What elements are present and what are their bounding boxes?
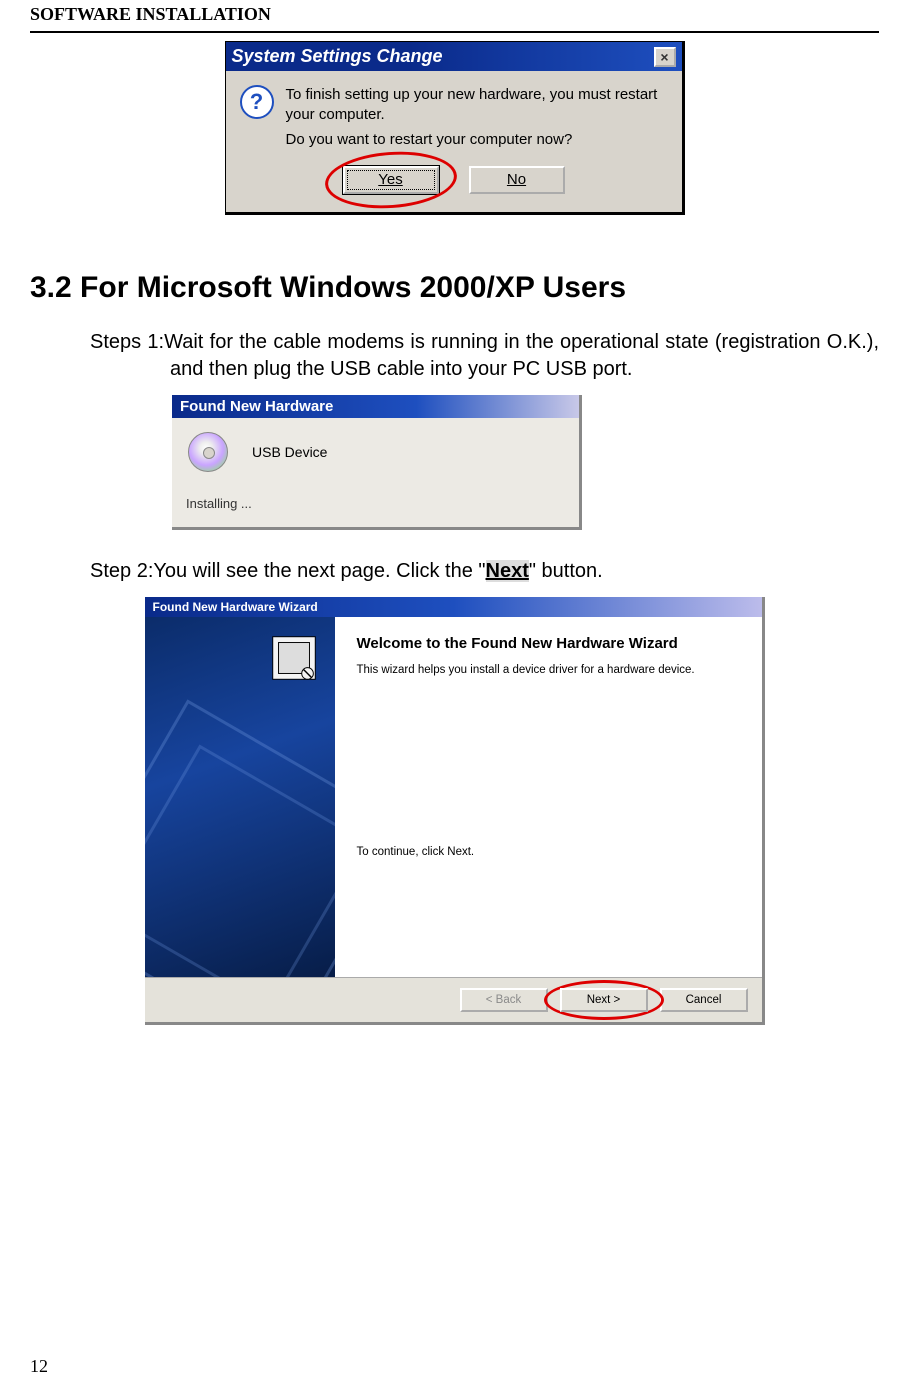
page-number: 12 bbox=[30, 1356, 48, 1377]
dialog2-status: Installing ... bbox=[172, 486, 579, 527]
question-icon: ? bbox=[240, 85, 274, 119]
section-heading: 3.2 For Microsoft Windows 2000/XP Users bbox=[30, 271, 879, 305]
system-settings-dialog: System Settings Change × ? To finish set… bbox=[225, 41, 685, 215]
header-rule bbox=[30, 31, 879, 33]
page-header: SOFTWARE INSTALLATION bbox=[30, 0, 879, 25]
wizard-description: This wizard helps you install a device d… bbox=[357, 664, 740, 676]
found-new-hardware-popup: Found New Hardware USB Device Installing… bbox=[172, 395, 582, 530]
step2-highlight: Next bbox=[486, 560, 529, 582]
hardware-icon bbox=[265, 629, 323, 687]
dialog1-message: To finish setting up your new hardware, … bbox=[286, 81, 668, 154]
dialog1-title-text: System Settings Change bbox=[232, 46, 443, 67]
no-button[interactable]: No bbox=[469, 166, 565, 194]
dialog2-titlebar: Found New Hardware bbox=[172, 395, 579, 418]
step1-text: Steps 1:Wait for the cable modems is run… bbox=[90, 329, 879, 383]
dialog1-titlebar: System Settings Change × bbox=[226, 42, 682, 71]
dialog2-device: USB Device bbox=[252, 444, 327, 460]
dialog1-line1: To finish setting up your new hardware, … bbox=[286, 85, 668, 126]
wizard-heading: Welcome to the Found New Hardware Wizard bbox=[357, 635, 740, 652]
dialog3-titlebar: Found New Hardware Wizard bbox=[145, 597, 762, 617]
step2-text: Step 2:You will see the next page. Click… bbox=[90, 558, 879, 585]
back-button: < Back bbox=[460, 988, 548, 1012]
wizard-side-banner bbox=[145, 617, 335, 977]
wizard-continue-text: To continue, click Next. bbox=[357, 846, 740, 858]
found-new-hardware-wizard: Found New Hardware Wizard Welcome to the… bbox=[145, 597, 765, 1025]
yes-button[interactable]: Yes bbox=[343, 166, 439, 194]
next-button[interactable]: Next > bbox=[560, 988, 648, 1012]
dialog1-line2: Do you want to restart your computer now… bbox=[286, 130, 668, 150]
cd-icon bbox=[188, 432, 228, 472]
close-icon[interactable]: × bbox=[654, 47, 676, 67]
cancel-button[interactable]: Cancel bbox=[660, 988, 748, 1012]
